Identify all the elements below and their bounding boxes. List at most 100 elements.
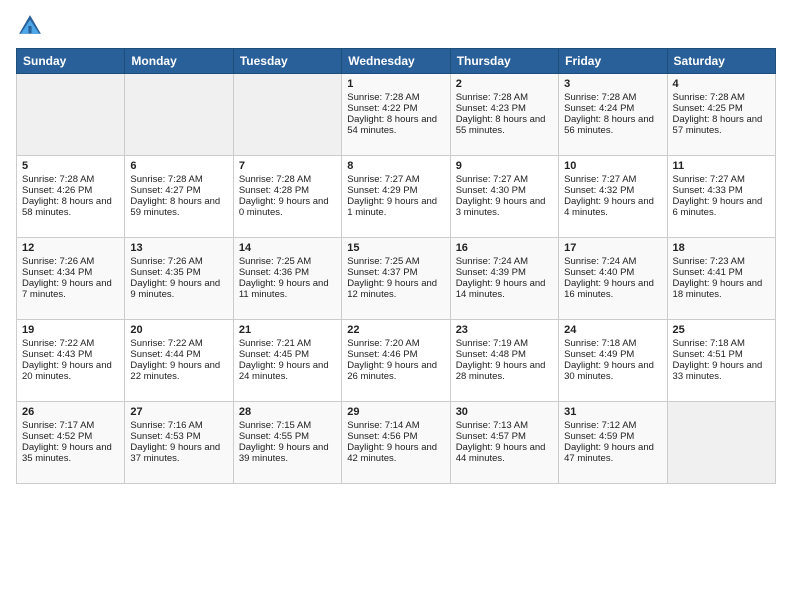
sunrise-text: Sunrise: 7:28 AM xyxy=(673,92,770,103)
daylight-text: Daylight: 9 hours and 16 minutes. xyxy=(564,278,661,300)
day-number: 12 xyxy=(22,242,119,254)
sunrise-text: Sunrise: 7:28 AM xyxy=(239,174,336,185)
day-header-saturday: Saturday xyxy=(667,49,775,74)
daylight-text: Daylight: 9 hours and 1 minute. xyxy=(347,196,444,218)
sunset-text: Sunset: 4:24 PM xyxy=(564,103,661,114)
sunset-text: Sunset: 4:27 PM xyxy=(130,185,227,196)
sunrise-text: Sunrise: 7:28 AM xyxy=(456,92,553,103)
sunset-text: Sunset: 4:52 PM xyxy=(22,431,119,442)
sunset-text: Sunset: 4:39 PM xyxy=(456,267,553,278)
day-number: 16 xyxy=(456,242,553,254)
day-number: 7 xyxy=(239,160,336,172)
calendar-cell: 11Sunrise: 7:27 AMSunset: 4:33 PMDayligh… xyxy=(667,156,775,238)
sunrise-text: Sunrise: 7:28 AM xyxy=(130,174,227,185)
day-number: 21 xyxy=(239,324,336,336)
day-number: 15 xyxy=(347,242,444,254)
calendar-cell: 15Sunrise: 7:25 AMSunset: 4:37 PMDayligh… xyxy=(342,238,450,320)
week-row-2: 5Sunrise: 7:28 AMSunset: 4:26 PMDaylight… xyxy=(17,156,776,238)
sunset-text: Sunset: 4:30 PM xyxy=(456,185,553,196)
calendar-cell xyxy=(17,74,125,156)
sunrise-text: Sunrise: 7:20 AM xyxy=(347,338,444,349)
sunset-text: Sunset: 4:36 PM xyxy=(239,267,336,278)
daylight-text: Daylight: 9 hours and 22 minutes. xyxy=(130,360,227,382)
sunset-text: Sunset: 4:25 PM xyxy=(673,103,770,114)
daylight-text: Daylight: 9 hours and 39 minutes. xyxy=(239,442,336,464)
day-number: 27 xyxy=(130,406,227,418)
daylight-text: Daylight: 9 hours and 0 minutes. xyxy=(239,196,336,218)
calendar-table: SundayMondayTuesdayWednesdayThursdayFrid… xyxy=(16,48,776,484)
daylight-text: Daylight: 9 hours and 24 minutes. xyxy=(239,360,336,382)
daylight-text: Daylight: 8 hours and 54 minutes. xyxy=(347,114,444,136)
sunset-text: Sunset: 4:35 PM xyxy=(130,267,227,278)
calendar-cell: 9 Sunrise: 7:27 AMSunset: 4:30 PMDaylight… xyxy=(450,156,558,238)
sunrise-text: Sunrise: 7:16 AM xyxy=(130,420,227,431)
day-header-wednesday: Wednesday xyxy=(342,49,450,74)
calendar-cell: 27Sunrise: 7:16 AMSunset: 4:53 PMDayligh… xyxy=(125,402,233,484)
sunrise-text: Sunrise: 7:27 AM xyxy=(456,174,553,185)
daylight-text: Daylight: 9 hours and 9 minutes. xyxy=(130,278,227,300)
daylight-text: Daylight: 9 hours and 3 minutes. xyxy=(456,196,553,218)
calendar-cell xyxy=(233,74,341,156)
week-row-1: 1Sunrise: 7:28 AMSunset: 4:22 PMDaylight… xyxy=(17,74,776,156)
day-number: 29 xyxy=(347,406,444,418)
day-number: 24 xyxy=(564,324,661,336)
calendar-cell: 18Sunrise: 7:23 AMSunset: 4:41 PMDayligh… xyxy=(667,238,775,320)
day-number: 9 xyxy=(456,160,553,172)
daylight-text: Daylight: 9 hours and 12 minutes. xyxy=(347,278,444,300)
calendar-cell: 5Sunrise: 7:28 AMSunset: 4:26 PMDaylight… xyxy=(17,156,125,238)
day-number: 10 xyxy=(564,160,661,172)
day-number: 19 xyxy=(22,324,119,336)
sunrise-text: Sunrise: 7:18 AM xyxy=(673,338,770,349)
sunrise-text: Sunrise: 7:12 AM xyxy=(564,420,661,431)
day-number: 8 xyxy=(347,160,444,172)
daylight-text: Daylight: 9 hours and 20 minutes. xyxy=(22,360,119,382)
day-number: 13 xyxy=(130,242,227,254)
day-number: 5 xyxy=(22,160,119,172)
week-row-5: 26Sunrise: 7:17 AMSunset: 4:52 PMDayligh… xyxy=(17,402,776,484)
calendar-cell: 1Sunrise: 7:28 AMSunset: 4:22 PMDaylight… xyxy=(342,74,450,156)
sunrise-text: Sunrise: 7:24 AM xyxy=(456,256,553,267)
daylight-text: Daylight: 9 hours and 6 minutes. xyxy=(673,196,770,218)
day-number: 14 xyxy=(239,242,336,254)
calendar-cell: 31Sunrise: 7:12 AMSunset: 4:59 PMDayligh… xyxy=(559,402,667,484)
day-number: 4 xyxy=(673,78,770,90)
day-number: 1 xyxy=(347,78,444,90)
calendar-cell xyxy=(125,74,233,156)
sunrise-text: Sunrise: 7:27 AM xyxy=(564,174,661,185)
day-number: 2 xyxy=(456,78,553,90)
day-header-sunday: Sunday xyxy=(17,49,125,74)
calendar-cell: 10Sunrise: 7:27 AMSunset: 4:32 PMDayligh… xyxy=(559,156,667,238)
calendar-cell: 16 Sunrise: 7:24 AMSunset: 4:39 PMDayligh… xyxy=(450,238,558,320)
sunset-text: Sunset: 4:33 PM xyxy=(673,185,770,196)
daylight-text: Daylight: 9 hours and 30 minutes. xyxy=(564,360,661,382)
day-number: 11 xyxy=(673,160,770,172)
calendar-cell: 2Sunrise: 7:28 AMSunset: 4:23 PMDaylight… xyxy=(450,74,558,156)
daylight-text: Daylight: 9 hours and 18 minutes. xyxy=(673,278,770,300)
sunset-text: Sunset: 4:55 PM xyxy=(239,431,336,442)
sunset-text: Sunset: 4:41 PM xyxy=(673,267,770,278)
day-number: 3 xyxy=(564,78,661,90)
sunrise-text: Sunrise: 7:23 AM xyxy=(673,256,770,267)
day-number: 17 xyxy=(564,242,661,254)
sunset-text: Sunset: 4:22 PM xyxy=(347,103,444,114)
sunrise-text: Sunrise: 7:17 AM xyxy=(22,420,119,431)
sunset-text: Sunset: 4:43 PM xyxy=(22,349,119,360)
daylight-text: Daylight: 9 hours and 37 minutes. xyxy=(130,442,227,464)
sunset-text: Sunset: 4:56 PM xyxy=(347,431,444,442)
calendar-cell: 21Sunrise: 7:21 AMSunset: 4:45 PMDayligh… xyxy=(233,320,341,402)
calendar-cell: 20Sunrise: 7:22 AMSunset: 4:44 PMDayligh… xyxy=(125,320,233,402)
daylight-text: Daylight: 8 hours and 56 minutes. xyxy=(564,114,661,136)
sunset-text: Sunset: 4:48 PM xyxy=(456,349,553,360)
daylight-text: Daylight: 9 hours and 14 minutes. xyxy=(456,278,553,300)
logo xyxy=(16,12,48,40)
calendar-cell: 13Sunrise: 7:26 AMSunset: 4:35 PMDayligh… xyxy=(125,238,233,320)
sunrise-text: Sunrise: 7:22 AM xyxy=(130,338,227,349)
sunrise-text: Sunrise: 7:28 AM xyxy=(22,174,119,185)
sunset-text: Sunset: 4:26 PM xyxy=(22,185,119,196)
calendar-cell: 14Sunrise: 7:25 AMSunset: 4:36 PMDayligh… xyxy=(233,238,341,320)
day-number: 22 xyxy=(347,324,444,336)
calendar-cell: 3Sunrise: 7:28 AMSunset: 4:24 PMDaylight… xyxy=(559,74,667,156)
sunset-text: Sunset: 4:37 PM xyxy=(347,267,444,278)
daylight-text: Daylight: 9 hours and 28 minutes. xyxy=(456,360,553,382)
day-number: 28 xyxy=(239,406,336,418)
